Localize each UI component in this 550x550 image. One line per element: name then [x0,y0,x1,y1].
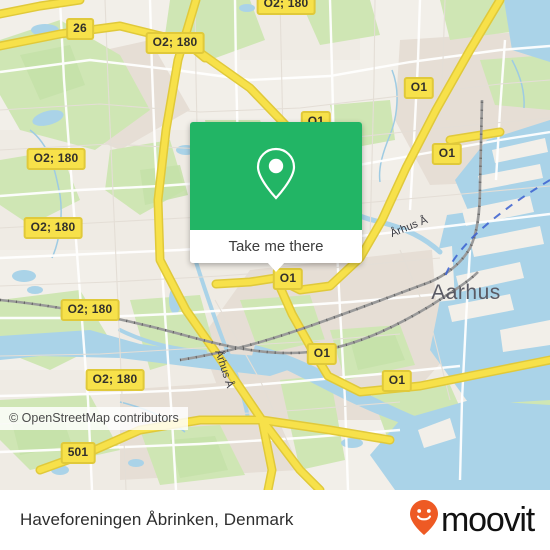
moovit-logo[interactable]: moovit [409,499,550,542]
place-title: Haveforeningen Åbrinken, Denmark [20,510,294,529]
footer-bar: Haveforeningen Åbrinken, Denmark moovit [0,490,550,550]
road-shield: O2; 180 [256,0,316,15]
road-shield: O1 [306,343,338,365]
road-shield: O2; 180 [23,217,83,239]
road-shield: O2; 180 [26,148,86,170]
road-shield: O2; 180 [60,299,120,321]
map-pin-icon [253,145,299,208]
map-canvas[interactable]: Aarhus Århus Å Århus Å O2; 180 26 O2; 18… [0,0,550,490]
road-shield: O2; 180 [85,369,145,391]
moovit-place-screenshot: Aarhus Århus Å Århus Å O2; 180 26 O2; 18… [0,0,550,550]
place-callout-card[interactable]: Take me there [190,122,362,272]
road-shield: 501 [60,442,96,464]
take-me-there-label: Take me there [228,238,324,255]
road-shield: 26 [66,18,94,40]
moovit-smiley-pin-icon [409,499,439,542]
road-shield: O1 [403,77,435,99]
callout-tail-icon [267,262,285,272]
road-shield: O1 [431,143,463,165]
map-label-city: Aarhus [431,281,501,304]
road-shield: O1 [381,370,413,392]
take-me-there-button[interactable]: Take me there [190,230,362,272]
road-shield: O2; 180 [145,32,205,54]
map-attribution[interactable]: © OpenStreetMap contributors [0,407,188,430]
place-card-header [190,122,362,230]
moovit-wordmark: moovit [441,501,535,539]
